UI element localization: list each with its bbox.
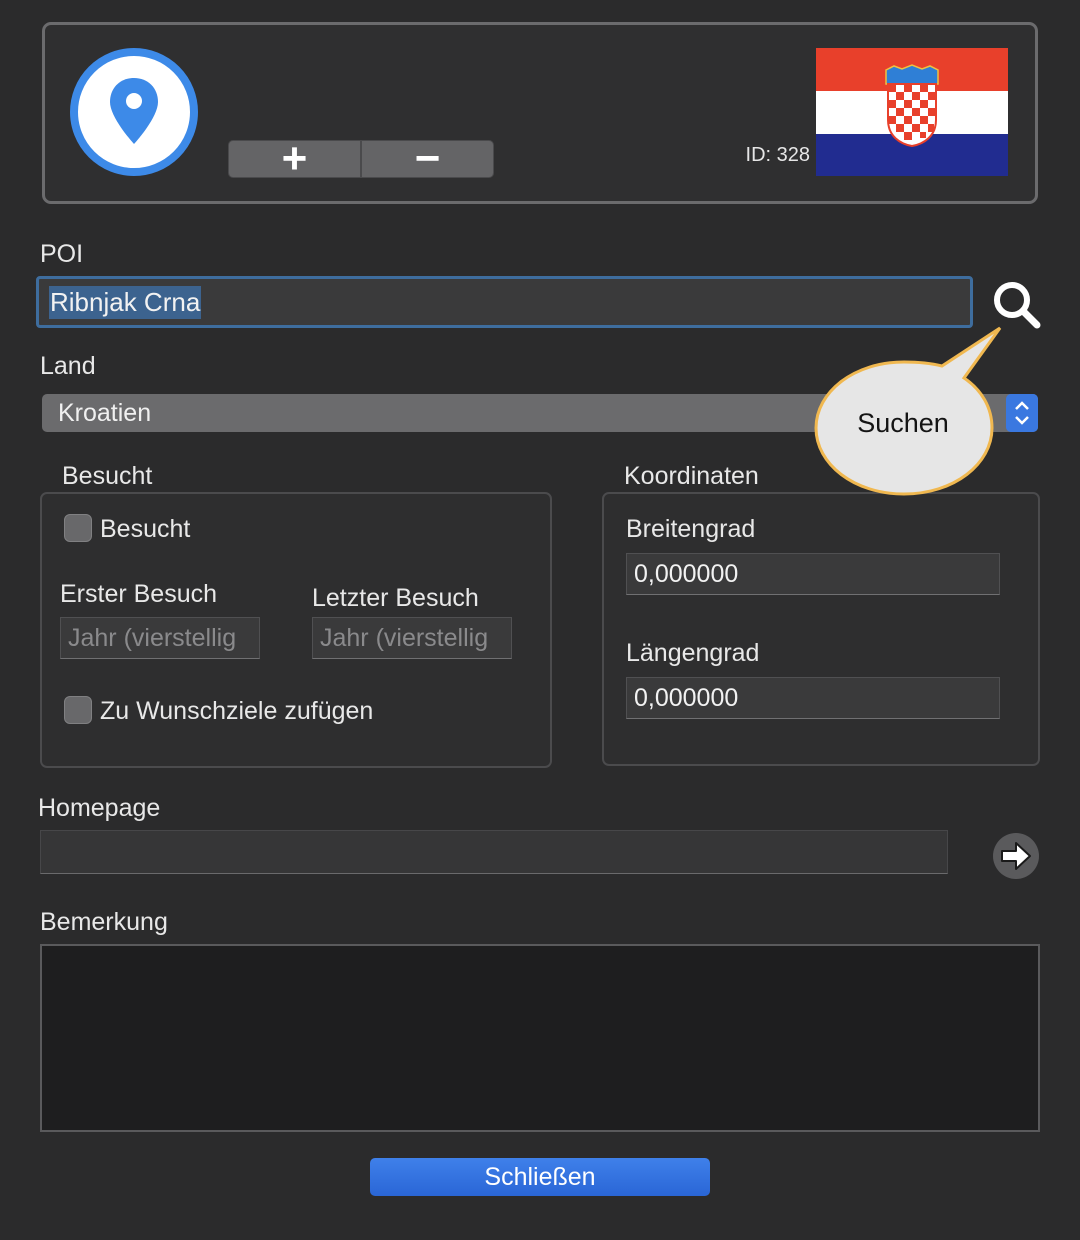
add-button[interactable]: + <box>229 137 360 181</box>
besucht-group-label: Besucht <box>62 462 153 490</box>
close-button[interactable]: Schließen <box>370 1158 710 1196</box>
laengengrad-input[interactable]: 0,000000 <box>626 677 1000 719</box>
wunschziele-checkbox-label: Zu Wunschziele zufügen <box>100 697 374 725</box>
bemerkung-label: Bemerkung <box>40 908 168 936</box>
erster-besuch-input[interactable]: Jahr (vierstellig <box>60 617 260 659</box>
letzter-besuch-label: Letzter Besuch <box>312 584 479 612</box>
homepage-input[interactable] <box>40 830 948 874</box>
homepage-label: Homepage <box>38 794 161 822</box>
letzter-besuch-input[interactable]: Jahr (vierstellig <box>312 617 512 659</box>
tooltip-text: Suchen <box>857 408 949 438</box>
besucht-checkbox-label: Besucht <box>100 515 191 543</box>
besucht-checkbox[interactable] <box>64 514 92 542</box>
map-pin-icon <box>70 48 198 176</box>
arrow-right-icon[interactable] <box>992 832 1040 880</box>
land-selected-value: Kroatien <box>58 398 152 427</box>
breitengrad-input[interactable]: 0,000000 <box>626 553 1000 595</box>
breitengrad-label: Breitengrad <box>626 515 756 543</box>
add-remove-segmented-control: + − <box>228 137 494 181</box>
croatia-flag-icon <box>816 48 1008 176</box>
laengengrad-label: Längengrad <box>626 639 760 667</box>
bemerkung-textarea[interactable] <box>40 944 1040 1132</box>
poi-label: POI <box>40 240 84 268</box>
poi-input-selected-text: Ribnjak Crna <box>49 285 202 319</box>
erster-besuch-label: Erster Besuch <box>60 580 218 608</box>
remove-button[interactable]: − <box>362 137 493 181</box>
koordinaten-group-label: Koordinaten <box>624 462 759 490</box>
land-label: Land <box>40 352 96 380</box>
id-label: ID: 328 <box>745 144 810 166</box>
wunschziele-checkbox[interactable] <box>64 696 92 724</box>
